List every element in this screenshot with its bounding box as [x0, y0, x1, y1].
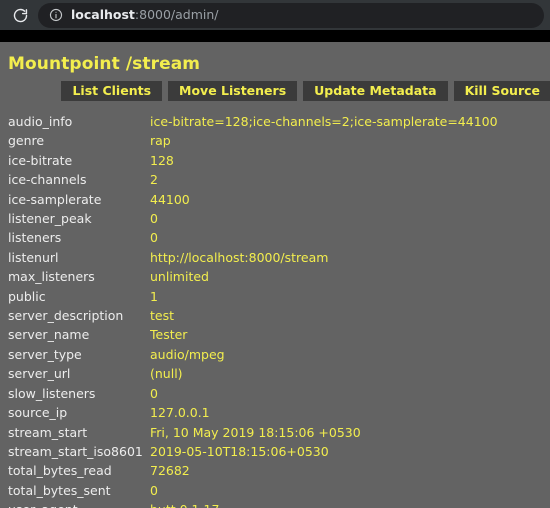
stat-value: 44100 — [150, 191, 190, 207]
stat-key: listenurl — [8, 249, 59, 265]
stat-value: Fri, 10 May 2019 18:15:06 +0530 — [150, 424, 361, 440]
url-path: :8000/admin/ — [134, 8, 219, 22]
stat-value: Tester — [150, 327, 188, 343]
table-row: genre rap — [0, 131, 550, 150]
stat-key: source_ip — [8, 405, 68, 421]
address-bar[interactable]: localhost:8000/admin/ — [38, 2, 544, 28]
table-row: source_ip 127.0.0.1 — [0, 403, 550, 422]
stat-value: test — [150, 308, 175, 324]
reload-button[interactable] — [6, 1, 34, 29]
info-circle-icon[interactable] — [48, 8, 63, 23]
url-host: localhost — [71, 8, 135, 22]
table-row: user_agentbutt 0.1.17 — [0, 500, 550, 508]
list-clients-button[interactable]: List Clients — [61, 81, 163, 101]
stat-value: unlimited — [150, 269, 209, 285]
stat-key: stream_start_iso8601 — [8, 443, 143, 459]
stat-value: rap — [150, 133, 171, 149]
table-row: slow_listeners 0 — [0, 384, 550, 403]
stat-value: 127.0.0.1 — [150, 405, 210, 421]
stat-value: 128 — [150, 152, 174, 168]
stat-value: butt 0.1.17 — [150, 500, 550, 508]
table-row: total_bytes_read 72682 — [0, 461, 550, 480]
url-text: localhost:8000/admin/ — [71, 9, 219, 22]
table-row: public 1 — [0, 287, 550, 306]
stat-key: server_type — [8, 346, 82, 362]
stat-key: total_bytes_sent — [8, 482, 111, 498]
stat-value-link[interactable]: http://localhost:8000/stream — [150, 250, 328, 265]
stat-value: ice-bitrate=128;ice-channels=2;ice-sampl… — [150, 114, 498, 129]
stat-value: 0 — [150, 482, 158, 498]
stat-key: server_name — [8, 327, 90, 343]
table-row: stream_start Fri, 10 May 2019 18:15:06 +0… — [0, 423, 550, 442]
stat-value: audio/mpeg — [150, 346, 225, 362]
table-row: server_name Tester — [0, 325, 550, 344]
stat-key: server_description — [8, 308, 124, 324]
stat-key: server_url — [8, 366, 71, 382]
stat-key: listeners — [8, 230, 62, 246]
stat-key: ice-samplerate — [8, 191, 102, 207]
stat-value: 0 — [150, 385, 158, 401]
reload-icon — [12, 7, 29, 24]
stat-value: (null) — [150, 366, 183, 382]
table-row: ice-bitrate 128 — [0, 151, 550, 170]
table-row: listenurl http://localhost:8000/stream — [0, 248, 550, 267]
table-row: total_bytes_sent 0 — [0, 481, 550, 500]
stat-value: 2019-05-10T18:15:06+0530 — [150, 443, 329, 459]
page-title: Mountpoint /stream — [8, 54, 201, 74]
mountpoint-stats-table: audio_info ice-bitrate=128;ice-channels=2… — [0, 112, 550, 508]
stat-value: 1 — [150, 288, 158, 304]
table-row: listeners 0 — [0, 228, 550, 247]
viewport-top-strip — [0, 30, 550, 42]
stat-value[interactable]: http://localhost:8000/stream — [150, 248, 550, 267]
stat-value: 2 — [150, 172, 158, 188]
stat-key: ice-bitrate — [8, 152, 73, 168]
table-row: stream_start_iso8601 2019-05-10T18:15:06+… — [0, 442, 550, 461]
table-row: server_type audio/mpeg — [0, 345, 550, 364]
table-row: listener_peak 0 — [0, 209, 550, 228]
stat-key: ice-channels — [8, 172, 87, 188]
stat-key: public — [8, 288, 46, 304]
stat-value: 0 — [150, 211, 158, 227]
stat-key: max_listeners — [8, 269, 95, 285]
stat-key: user_agent — [0, 500, 150, 508]
admin-page: Mountpoint /stream List Clients Move Lis… — [0, 42, 550, 508]
table-row: server_url (null) — [0, 364, 550, 383]
stat-key: slow_listeners — [8, 385, 96, 401]
move-listeners-button[interactable]: Move Listeners — [168, 81, 298, 101]
update-metadata-button[interactable]: Update Metadata — [303, 81, 448, 101]
table-row: max_listeners unlimited — [0, 267, 550, 286]
table-row: ice-samplerate 44100 — [0, 190, 550, 209]
stat-key: stream_start — [8, 424, 88, 440]
table-row: ice-channels 2 — [0, 170, 550, 189]
stat-key: genre — [8, 133, 45, 149]
stat-key: total_bytes_read — [8, 463, 112, 479]
mountpoint-action-buttons: List Clients Move Listeners Update Metad… — [0, 74, 550, 101]
mountpoint-stats-body: audio_info ice-bitrate=128;ice-channels=2… — [0, 112, 550, 508]
stat-value: 0 — [150, 230, 158, 246]
browser-toolbar: localhost:8000/admin/ — [0, 0, 550, 30]
stat-key: audio_info — [8, 114, 73, 129]
stat-key: listener_peak — [8, 211, 92, 227]
table-row: audio_info ice-bitrate=128;ice-channels=2… — [0, 112, 550, 131]
kill-source-button[interactable]: Kill Source — [453, 81, 550, 101]
table-row: server_description test — [0, 306, 550, 325]
stat-value: 72682 — [150, 463, 190, 479]
